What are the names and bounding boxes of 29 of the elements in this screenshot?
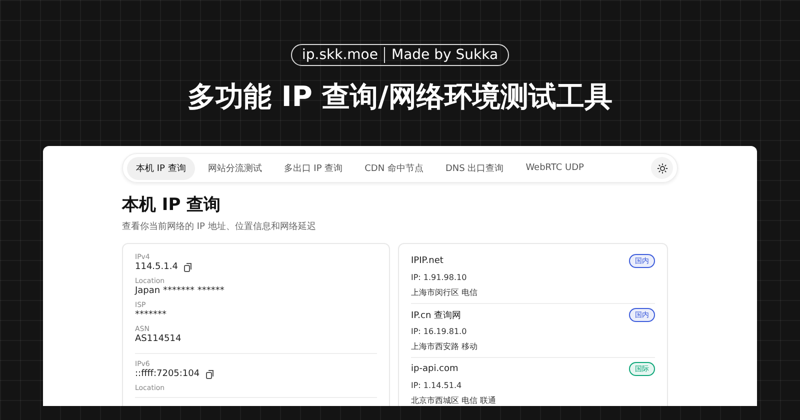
source-ip: IP: 1.91.98.10 bbox=[411, 273, 468, 282]
nav-tab[interactable]: 网站分流测试 bbox=[198, 156, 271, 180]
field-value: 114.5.1.4 bbox=[135, 262, 178, 272]
headline: 多功能 IP 查询/网络环境测试工具 bbox=[188, 79, 612, 115]
source-name: IPIP.net bbox=[411, 256, 444, 266]
source-name: IP.cn 查询网 bbox=[411, 310, 462, 322]
source-name: ip-api.com bbox=[411, 364, 458, 374]
author-credit: Made by Sukka bbox=[391, 47, 498, 63]
source-location: 北京市西城区 电信 联通 bbox=[411, 395, 498, 406]
page-title: 本机 IP 查询 bbox=[122, 194, 222, 216]
field-value: ******* bbox=[135, 310, 166, 320]
source-location: 上海市闵行区 电信 bbox=[411, 287, 479, 298]
source-location: 上海市西安路 移动 bbox=[411, 341, 479, 352]
nav-tab[interactable]: WebRTC UDP bbox=[516, 158, 593, 178]
nav-tab[interactable]: 本机 IP 查询 bbox=[127, 156, 195, 180]
copy-icon[interactable] bbox=[206, 370, 214, 378]
source-ip: IP: 1.14.51.4 bbox=[411, 381, 463, 390]
theme-toggle-button[interactable] bbox=[651, 157, 673, 179]
copy-icon[interactable] bbox=[184, 262, 192, 272]
sun-icon bbox=[656, 162, 668, 174]
field-value: ::ffff:7205:104 bbox=[135, 369, 200, 379]
page-subtitle: 查看你当前网络的 IP 地址、位置信息和网络延迟 bbox=[122, 220, 317, 233]
source-ip: IP: 16.19.81.0 bbox=[411, 327, 468, 336]
nav-tab[interactable]: CDN 命中节点 bbox=[356, 156, 432, 180]
field-value: Japan ******* ****** bbox=[135, 286, 224, 296]
nav-tab[interactable]: 多出口 IP 查询 bbox=[274, 156, 352, 180]
field-value: AS114514 bbox=[135, 334, 182, 344]
nav-tab[interactable]: DNS 出口查询 bbox=[436, 156, 513, 180]
site-name: ip.skk.moe bbox=[302, 47, 378, 63]
